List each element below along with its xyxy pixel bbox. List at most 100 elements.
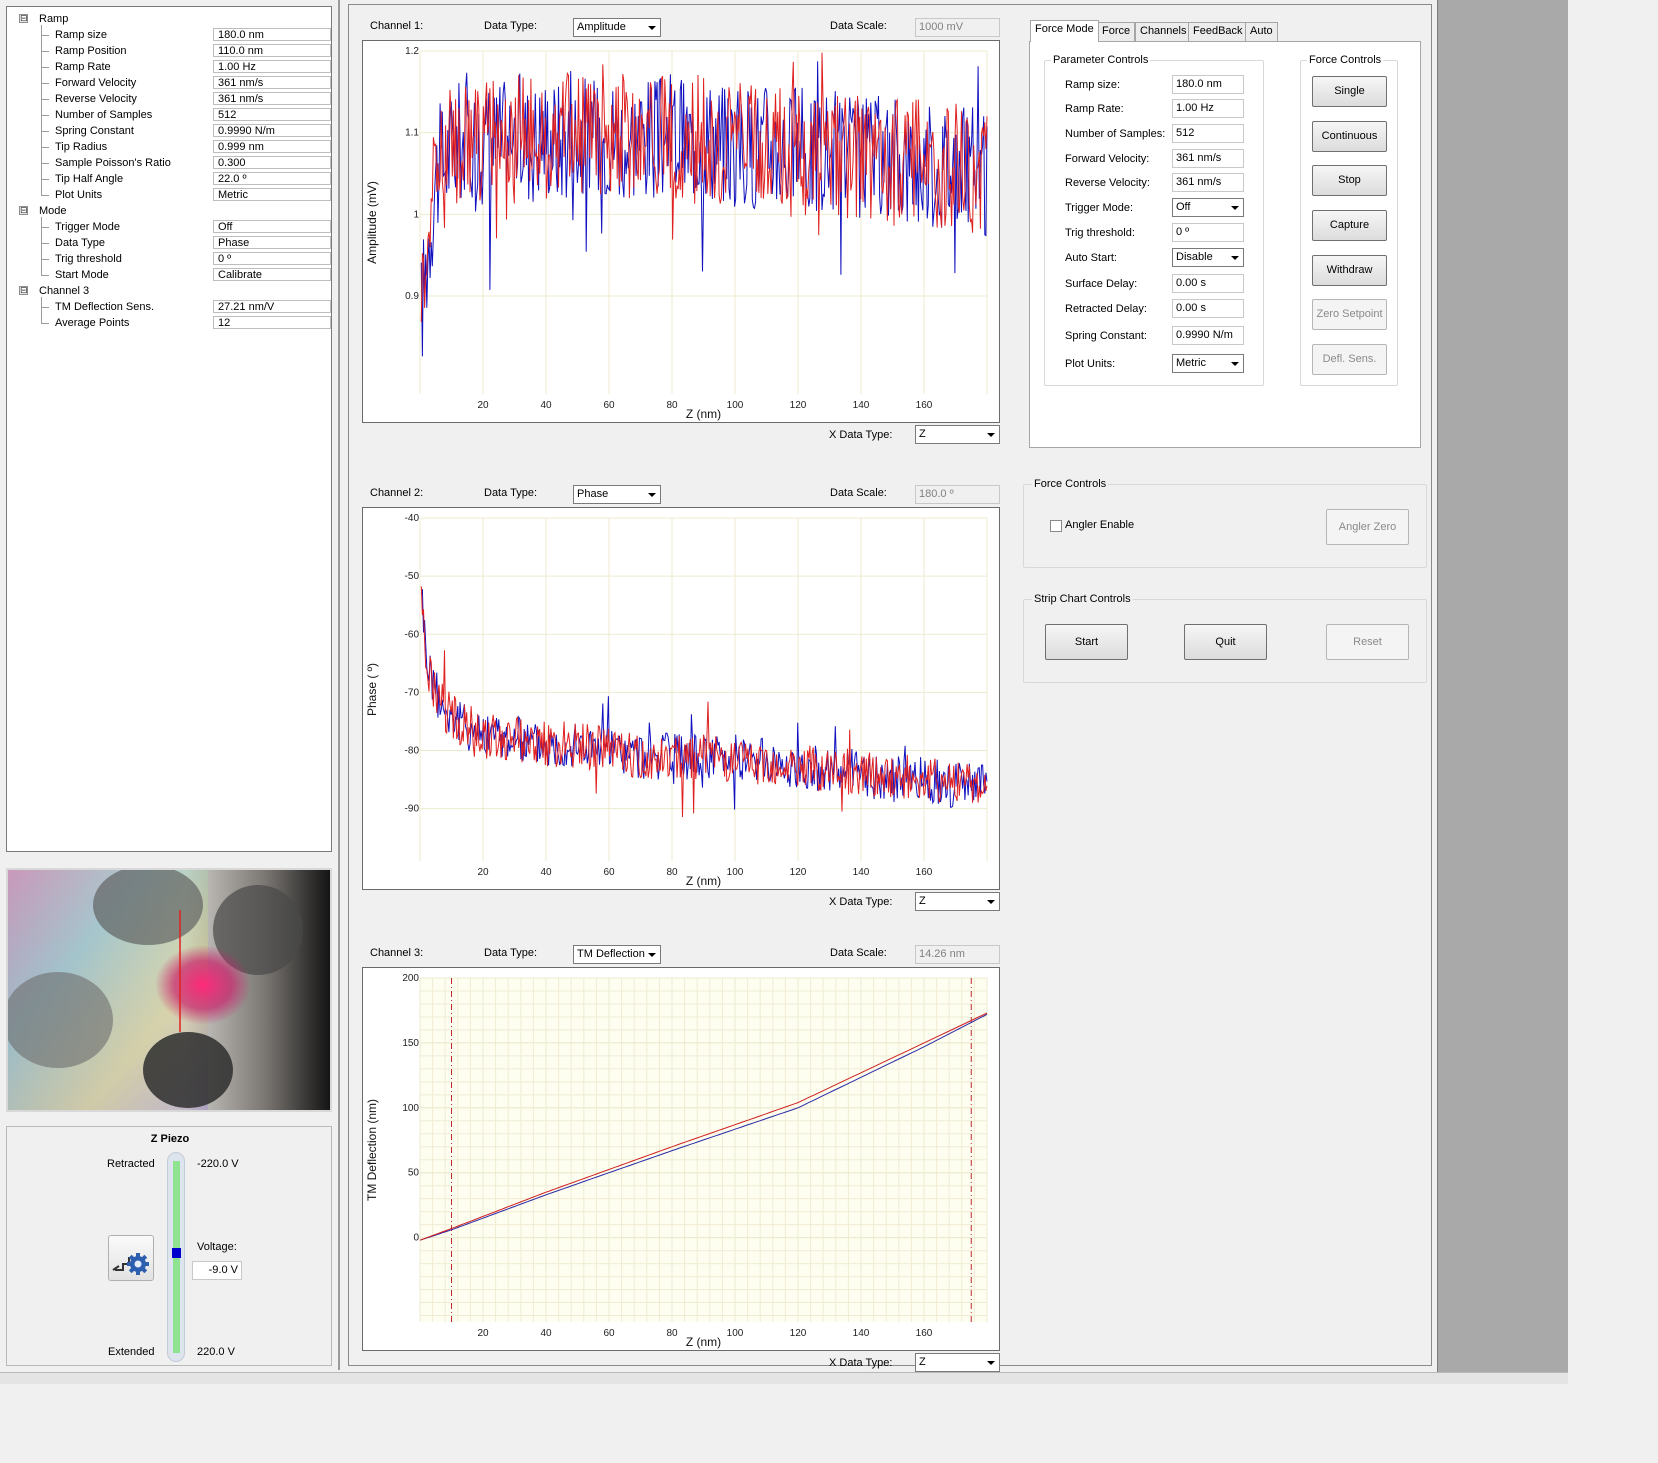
tree-branch-line [41, 163, 49, 164]
param-field[interactable]: 361 nm/s [1172, 173, 1244, 192]
tree-row[interactable]: Tip Radius 0.999 nm [7, 139, 331, 155]
tree-row-value[interactable]: 180.0 nm [213, 28, 331, 41]
angler-enable-label[interactable]: Angler Enable [1065, 519, 1134, 531]
chart-plot-area[interactable]: 20 40 60 80 100 120 140 160 -40 -50 -60 -70 -80 -90 Z … [362, 507, 1000, 890]
strip-quit-button[interactable]: Quit [1184, 624, 1267, 660]
param-field[interactable]: 512 [1172, 124, 1244, 143]
z-piezo-slider[interactable] [167, 1152, 185, 1362]
z-piezo-thumb[interactable] [172, 1248, 181, 1259]
voltage-field[interactable]: -9.0 V [192, 1261, 242, 1280]
param-field[interactable]: 361 nm/s [1172, 149, 1244, 168]
strip-chart-title: Strip Chart Controls [1032, 593, 1133, 605]
tree-row-value[interactable]: 110.0 nm [213, 44, 331, 57]
collapse-icon[interactable]: ⊟ [19, 286, 28, 295]
tree-row[interactable]: Number of Samples 512 [7, 107, 331, 123]
tree-row[interactable]: Plot Units Metric [7, 187, 331, 203]
stop-button[interactable]: Stop [1312, 165, 1387, 196]
tree-row-value[interactable]: 22.0 º [213, 172, 331, 185]
param-field[interactable]: 0 º [1172, 223, 1244, 242]
param-select[interactable]: Disable [1172, 248, 1244, 267]
tree-row-value[interactable]: Phase [213, 236, 331, 249]
tree-section[interactable]: ⊟ Mode [7, 203, 327, 219]
tree-section[interactable]: ⊟ Channel 3 [7, 283, 327, 299]
angler-enable-checkbox[interactable] [1050, 520, 1062, 532]
tree-row-label: Tip Radius [55, 141, 108, 153]
chevron-down-icon [987, 900, 995, 904]
tree-row[interactable]: Ramp Rate 1.00 Hz [7, 59, 331, 75]
tree-row-value[interactable]: 0 º [213, 252, 331, 265]
angler-zero-button[interactable]: Angler Zero [1326, 509, 1409, 545]
x-axis-label: Z (nm) [686, 874, 721, 888]
tree-row[interactable]: Start Mode Calibrate [7, 267, 331, 283]
tab-auto[interactable]: Auto [1245, 22, 1278, 41]
tree-row-value[interactable]: 0.9990 N/m [213, 124, 331, 137]
tree-row-value[interactable]: Calibrate [213, 268, 331, 281]
tab-force-mode[interactable]: Force Mode [1030, 20, 1099, 42]
x-data-type-select[interactable]: Z [915, 1353, 1000, 1372]
y-tick-label: 1.2 [405, 46, 419, 57]
continuous-button[interactable]: Continuous [1312, 121, 1387, 152]
data-type-select[interactable]: TM Deflection [573, 945, 661, 964]
withdraw-button[interactable]: Withdraw [1312, 255, 1387, 286]
x-data-type-select[interactable]: Z [915, 425, 1000, 444]
data-scale-field[interactable]: 1000 mV [915, 18, 1000, 37]
tab-force[interactable]: Force [1097, 22, 1136, 41]
tree-row[interactable]: Spring Constant 0.9990 N/m [7, 123, 331, 139]
param-label: Ramp Rate: [1065, 103, 1124, 115]
collapse-icon[interactable]: ⊟ [19, 206, 28, 215]
parameter-tree[interactable]: ⊟ Ramp Ramp size 180.0 nm Ramp Position 110.0… [6, 6, 332, 852]
camera-view[interactable] [6, 868, 332, 1112]
param-select[interactable]: Off [1172, 198, 1244, 217]
y-tick-label: -70 [405, 687, 420, 698]
data-type-select[interactable]: Amplitude [573, 18, 661, 37]
tree-row-value[interactable]: 27.21 nm/V [213, 300, 331, 313]
strip-start-button[interactable]: Start [1045, 624, 1128, 660]
tree-section[interactable]: ⊟ Ramp [7, 11, 327, 27]
tree-row[interactable]: Data Type Phase [7, 235, 331, 251]
param-field[interactable]: 0.00 s [1172, 274, 1244, 293]
zero-setpoint-button[interactable]: Zero Setpoint [1312, 299, 1387, 330]
single-button[interactable]: Single [1312, 76, 1387, 107]
x-data-type-select[interactable]: Z [915, 892, 1000, 911]
tree-row[interactable]: Reverse Velocity 361 nm/s [7, 91, 331, 107]
tree-row[interactable]: Ramp Position 110.0 nm [7, 43, 331, 59]
tree-row[interactable]: Forward Velocity 361 nm/s [7, 75, 331, 91]
capture-button[interactable]: Capture [1312, 210, 1387, 241]
chart-plot-area[interactable]: 20 40 60 80 100 120 140 160 0 50 100 150 200 Z (nm) TM… [362, 967, 1000, 1351]
tree-row-value[interactable]: 12 [213, 316, 331, 329]
tree-row-value[interactable]: 0.999 nm [213, 140, 331, 153]
defl-sens-button[interactable]: Defl. Sens. [1312, 344, 1387, 375]
data-scale-field[interactable]: 14.26 nm [915, 945, 1000, 964]
tree-row-value[interactable]: 361 nm/s [213, 92, 331, 105]
tree-branch-line [41, 67, 49, 68]
tree-row[interactable]: Ramp size 180.0 nm [7, 27, 331, 43]
tab-channels[interactable]: Channels [1135, 22, 1192, 41]
collapse-icon[interactable]: ⊟ [19, 14, 28, 23]
tree-row-value[interactable]: 1.00 Hz [213, 60, 331, 73]
tree-row-value[interactable]: Off [213, 220, 331, 233]
strip-reset-button[interactable]: Reset [1326, 624, 1409, 660]
tree-row[interactable]: Sample Poisson's Ratio 0.300 [7, 155, 331, 171]
data-type-select[interactable]: Phase [573, 485, 661, 504]
tree-row-value[interactable]: 0.300 [213, 156, 331, 169]
tree-row[interactable]: Tip Half Angle 22.0 º [7, 171, 331, 187]
tree-row-value[interactable]: 361 nm/s [213, 76, 331, 89]
param-field[interactable]: 0.9990 N/m [1172, 326, 1244, 345]
tree-row[interactable]: Trig threshold 0 º [7, 251, 331, 267]
tree-row[interactable]: TM Deflection Sens. 27.21 nm/V [7, 299, 331, 315]
chevron-down-icon [648, 953, 656, 957]
angler-group: Force Controls Angler Enable Angler Zero [1023, 478, 1427, 568]
tab-feedback[interactable]: FeedBack [1188, 22, 1248, 41]
param-select[interactable]: Metric [1172, 354, 1244, 373]
param-field[interactable]: 1.00 Hz [1172, 99, 1244, 118]
tree-row-value[interactable]: Metric [213, 188, 331, 201]
tree-row[interactable]: Trigger Mode Off [7, 219, 331, 235]
chart-plot-area[interactable]: 20 40 60 80 100 120 140 160 0.9 1 1.1 1.2 Z (nm) Ampl… [362, 40, 1000, 423]
stepper-gear-button[interactable] [108, 1235, 154, 1281]
tree-row-value[interactable]: 512 [213, 108, 331, 121]
data-scale-field[interactable]: 180.0 º [915, 485, 1000, 504]
param-field[interactable]: 180.0 nm [1172, 75, 1244, 94]
tree-row[interactable]: Average Points 12 [7, 315, 331, 331]
x-tick-label: 160 [916, 400, 933, 411]
param-field[interactable]: 0.00 s [1172, 299, 1244, 318]
